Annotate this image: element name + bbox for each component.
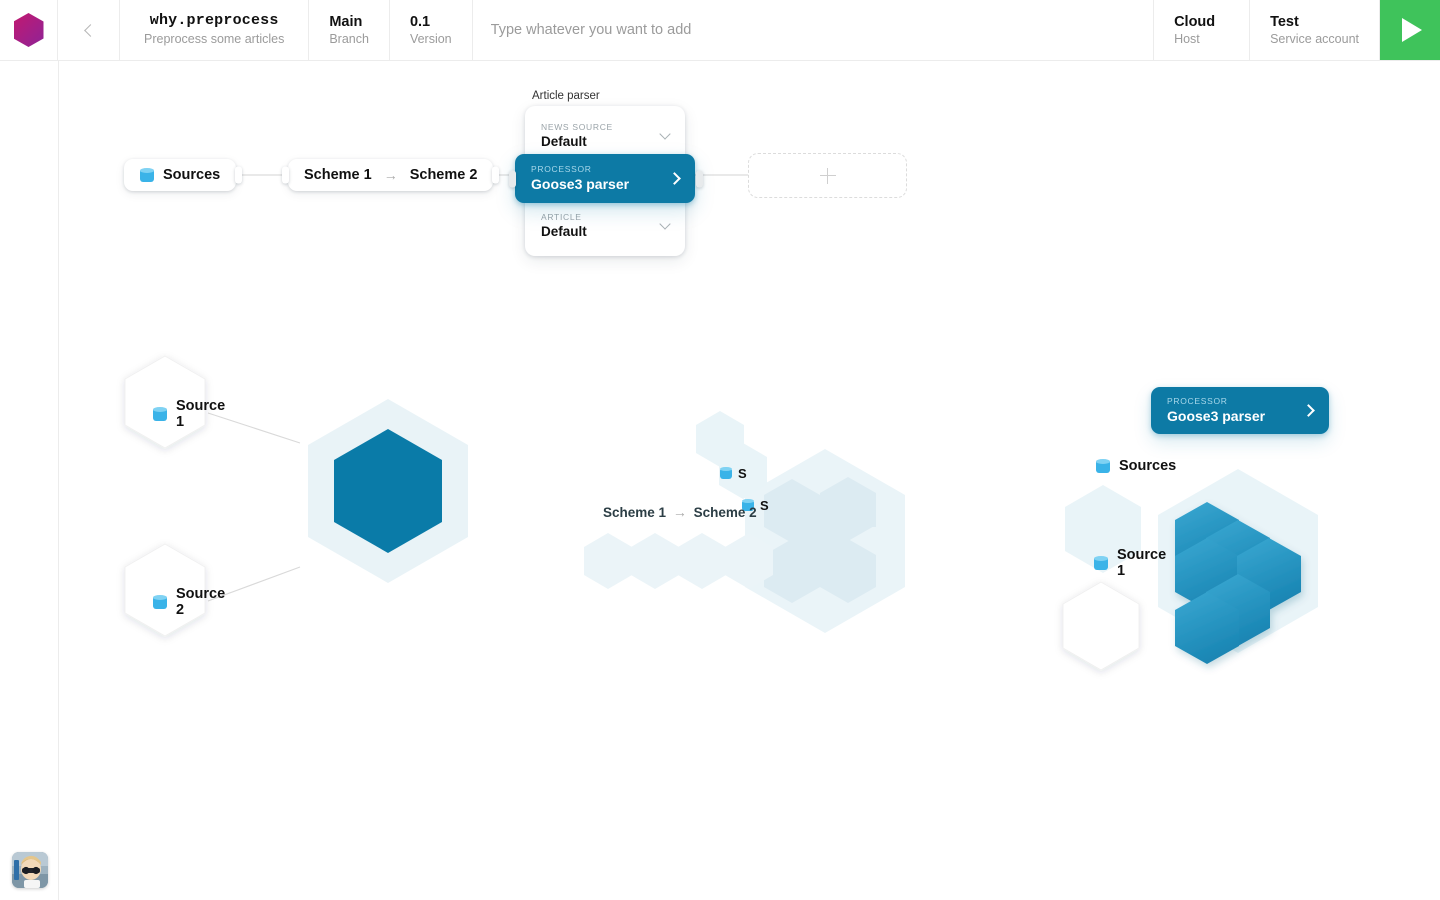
- run-button[interactable]: [1380, 0, 1440, 60]
- scheme-left-label: Scheme 1: [304, 167, 372, 183]
- illustration-node-sources[interactable]: Sources: [1068, 455, 1176, 477]
- database-icon: [153, 406, 167, 422]
- field-processor-label: PROCESSOR: [531, 164, 592, 174]
- branch-selector[interactable]: Main Branch: [309, 0, 390, 60]
- database-icon: [1096, 458, 1110, 474]
- database-icon: [153, 594, 167, 610]
- flow-node-scheme[interactable]: Scheme 1 → Scheme 2: [282, 159, 500, 191]
- branch-name: Main: [329, 13, 363, 30]
- node-port-left[interactable]: [509, 170, 516, 187]
- add-input[interactable]: [490, 22, 1136, 38]
- account-name: Test: [1270, 13, 1299, 30]
- flow-node-sources[interactable]: Sources: [124, 159, 243, 191]
- field-news-source-label: NEWS SOURCE: [541, 122, 613, 132]
- node-port-right[interactable]: [235, 166, 243, 184]
- illustration-node-sources-label: Sources: [1119, 458, 1177, 474]
- play-icon: [1402, 18, 1422, 42]
- article-parser-card: NEWS SOURCE Default ARTICLE Default PROC…: [509, 106, 703, 256]
- add-input-wrapper: [473, 0, 1155, 60]
- illustration-node-source-1-label: Source 1: [176, 398, 226, 430]
- plus-icon: [819, 167, 836, 184]
- field-article-value: Default: [541, 224, 587, 239]
- arrow-icon: →: [672, 504, 687, 520]
- back-button[interactable]: [58, 0, 120, 60]
- host-selector[interactable]: Cloud Host: [1154, 0, 1251, 60]
- host-label: Host: [1174, 31, 1200, 46]
- app-header: why.preprocess Preprocess some articles …: [0, 0, 1440, 61]
- illustration-node-source-2-label: Source 2: [176, 586, 226, 618]
- account-label: Service account: [1270, 31, 1359, 46]
- field-news-source[interactable]: NEWS SOURCE Default: [525, 114, 685, 158]
- field-news-source-value: Default: [541, 134, 587, 149]
- illustration-scheme-left-label: Scheme 1: [603, 505, 667, 520]
- database-icon: [140, 167, 154, 183]
- user-avatar[interactable]: [12, 852, 48, 888]
- account-selector[interactable]: Test Service account: [1250, 0, 1380, 60]
- app-logo[interactable]: [0, 0, 58, 60]
- user-avatar-image: [12, 852, 48, 888]
- right-illustration-shapes: [1062, 469, 1318, 671]
- illustration-processor-label: PROCESSOR: [1167, 396, 1228, 406]
- illustration-scheme-right-label: Scheme 2: [693, 505, 757, 520]
- field-article[interactable]: ARTICLE Default: [525, 204, 685, 248]
- field-article-label: ARTICLE: [541, 212, 582, 222]
- illustration-mini-node-s-2-label: S: [760, 497, 769, 513]
- illustration-processor-value: Goose3 parser: [1167, 408, 1266, 424]
- node-port-right[interactable]: [492, 166, 500, 184]
- project-selector[interactable]: why.preprocess Preprocess some articles: [120, 0, 310, 60]
- field-processor[interactable]: PROCESSOR Goose3 parser: [509, 154, 703, 203]
- hexagon-logo-icon: [13, 13, 44, 47]
- branch-label: Branch: [329, 31, 369, 46]
- illustration-mini-node-s-1[interactable]: S: [708, 459, 759, 487]
- illustration-scheme-node[interactable]: Scheme 1 → Scheme 2: [603, 504, 757, 520]
- flow-node-sources-label: Sources: [163, 167, 221, 183]
- database-icon: [720, 466, 732, 480]
- parser-group-label: Article parser: [532, 90, 600, 102]
- version-number: 0.1: [409, 13, 431, 30]
- version-label: Version: [409, 31, 452, 46]
- field-processor-value: Goose3 parser: [531, 176, 630, 192]
- illustration-node-right-source-1-label: Source 1: [1117, 547, 1167, 579]
- version-selector[interactable]: 0.1 Version: [390, 0, 473, 60]
- arrow-icon: →: [383, 167, 398, 183]
- illustration-node-right-source-1[interactable]: Source 1: [1066, 547, 1166, 579]
- chevron-left-icon: [84, 23, 97, 37]
- project-subtitle: Preprocess some articles: [144, 31, 285, 46]
- scheme-right-label: Scheme 2: [409, 167, 478, 183]
- host-name: Cloud: [1174, 13, 1216, 30]
- node-port-left[interactable]: [282, 166, 289, 184]
- illustration-mini-node-s-1-label: S: [738, 465, 747, 481]
- project-title: why.preprocess: [149, 12, 279, 30]
- middle-illustration-shapes: [584, 411, 905, 633]
- node-port-right[interactable]: [696, 170, 703, 187]
- illustration-processor-chip[interactable]: PROCESSOR Goose3 parser: [1151, 387, 1329, 434]
- illustration-node-source-1[interactable]: Source 1: [125, 398, 225, 430]
- illustration-node-source-2[interactable]: Source 2: [125, 586, 225, 618]
- flow-canvas[interactable]: Sources Scheme 1 → Scheme 2 Article pars…: [0, 61, 1440, 900]
- add-node-slot[interactable]: [748, 153, 907, 198]
- database-icon: [1094, 555, 1108, 571]
